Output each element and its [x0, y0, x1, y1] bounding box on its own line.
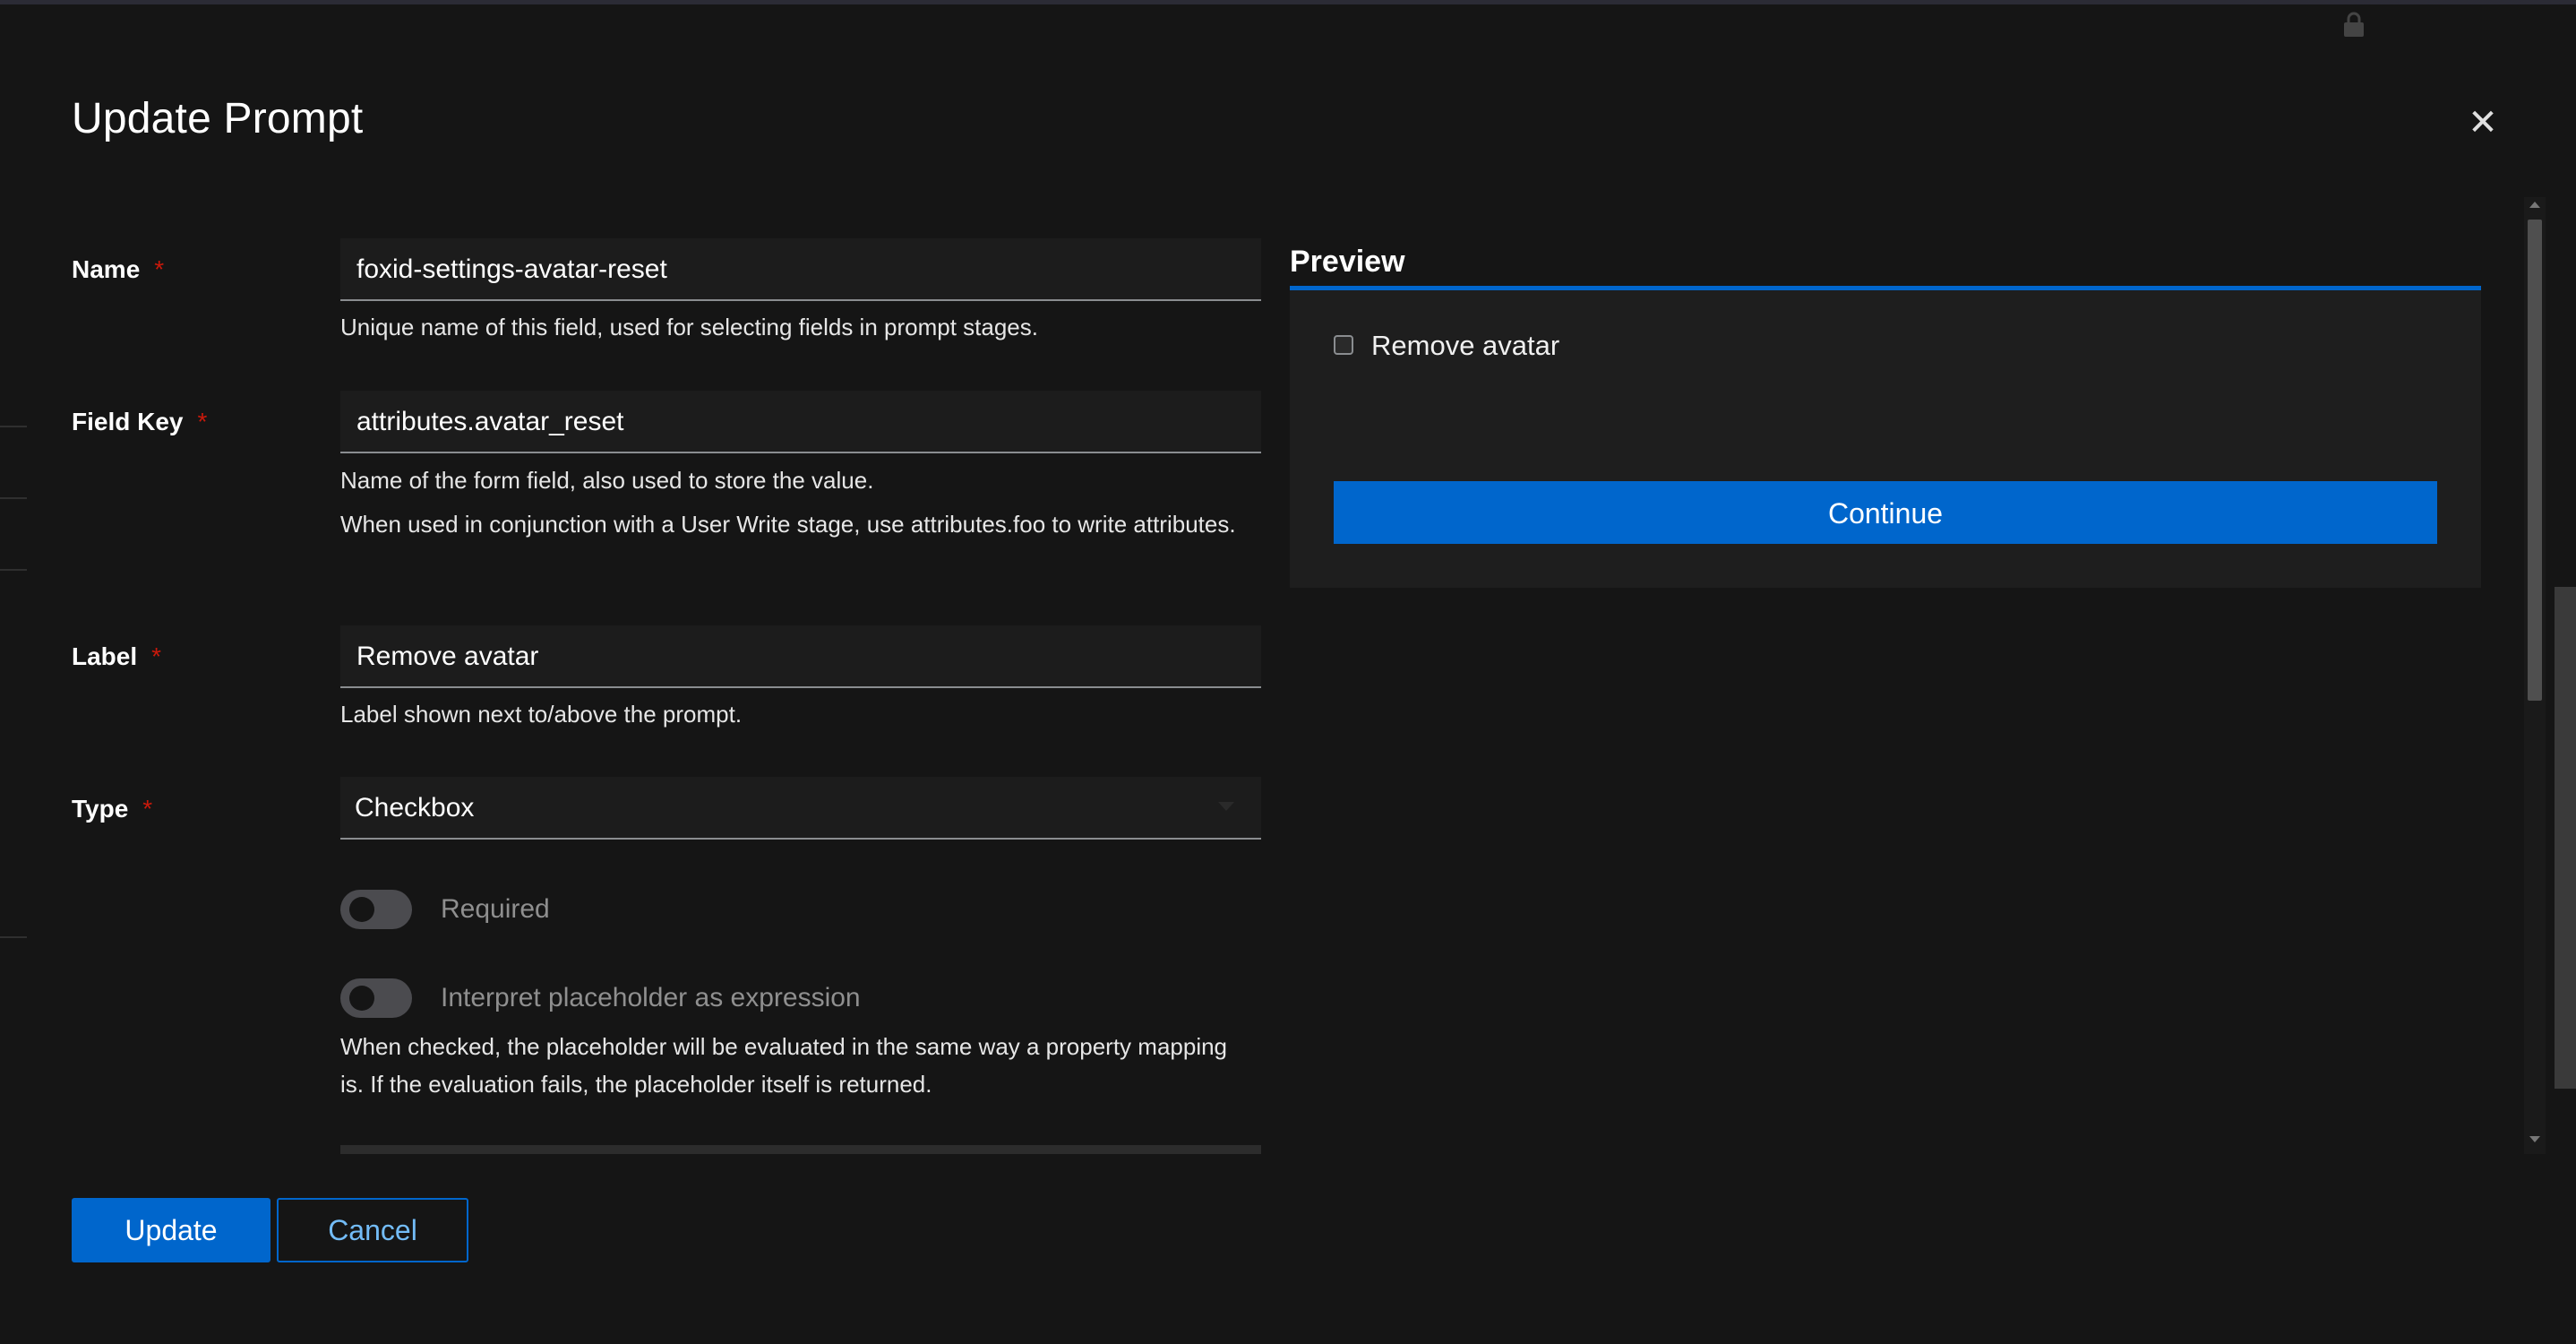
required-indicator: * — [142, 795, 153, 823]
required-toggle[interactable] — [340, 890, 412, 929]
name-label-text: Name — [72, 255, 141, 283]
scroll-up-icon[interactable] — [2529, 202, 2540, 208]
label-help: Label shown next to/above the prompt. — [340, 701, 743, 728]
page-scrollbar[interactable] — [2555, 587, 2576, 1089]
toggle-knob — [349, 897, 374, 922]
required-indicator: * — [197, 408, 208, 435]
scrollbar-thumb[interactable] — [2528, 220, 2542, 701]
background-divider — [0, 936, 27, 938]
background-divider — [0, 426, 27, 427]
label-input[interactable]: Remove avatar — [340, 625, 1261, 688]
continue-button[interactable]: Continue — [1334, 481, 2437, 544]
required-indicator: * — [151, 642, 162, 670]
name-help: Unique name of this field, used for sele… — [340, 314, 1038, 340]
update-prompt-modal: Update Prompt ✕ Name * foxid-settings-ava… — [0, 4, 2576, 1344]
scroll-down-icon[interactable] — [2529, 1136, 2540, 1142]
field-key-help: Name of the form field, also used to sto… — [340, 467, 874, 494]
close-icon[interactable]: ✕ — [2463, 103, 2503, 142]
label-field-label-text: Label — [72, 642, 138, 670]
cancel-button[interactable]: Cancel — [277, 1198, 468, 1262]
chevron-down-icon — [1218, 802, 1234, 811]
modal-title: Update Prompt — [72, 95, 364, 142]
lock-icon — [2344, 12, 2364, 37]
background-divider — [0, 569, 27, 571]
type-select-value: Checkbox — [355, 793, 475, 823]
required-indicator: * — [154, 255, 165, 283]
next-field-cutoff — [340, 1145, 1261, 1154]
placeholder-expression-label: Interpret placeholder as expression — [441, 983, 861, 1012]
field-key-help-2: When used in conjunction with a User Wri… — [340, 511, 1236, 538]
field-key-label: Field Key * — [72, 408, 207, 436]
field-key-label-text: Field Key — [72, 408, 184, 435]
name-input[interactable]: foxid-settings-avatar-reset — [340, 238, 1261, 301]
update-button[interactable]: Update — [72, 1198, 270, 1262]
field-key-input[interactable]: attributes.avatar_reset — [340, 391, 1261, 453]
type-select[interactable]: Checkbox — [340, 777, 1261, 840]
background-divider — [0, 497, 27, 499]
type-label: Type * — [72, 795, 152, 823]
required-switch-label: Required — [441, 894, 550, 924]
preview-title: Preview — [1290, 245, 1405, 279]
placeholder-expression-help: When checked, the placeholder will be ev… — [340, 1033, 1228, 1098]
placeholder-expression-switch-row[interactable]: Interpret placeholder as expression — [340, 976, 861, 1021]
placeholder-expression-toggle[interactable] — [340, 978, 412, 1018]
toggle-knob — [349, 986, 374, 1011]
required-switch-row[interactable]: Required — [340, 887, 550, 932]
name-label: Name * — [72, 255, 164, 284]
preview-checkbox[interactable] — [1334, 335, 1353, 355]
preview-checkbox-label: Remove avatar — [1371, 330, 1560, 361]
label-field-label: Label * — [72, 642, 161, 671]
type-label-text: Type — [72, 795, 129, 823]
